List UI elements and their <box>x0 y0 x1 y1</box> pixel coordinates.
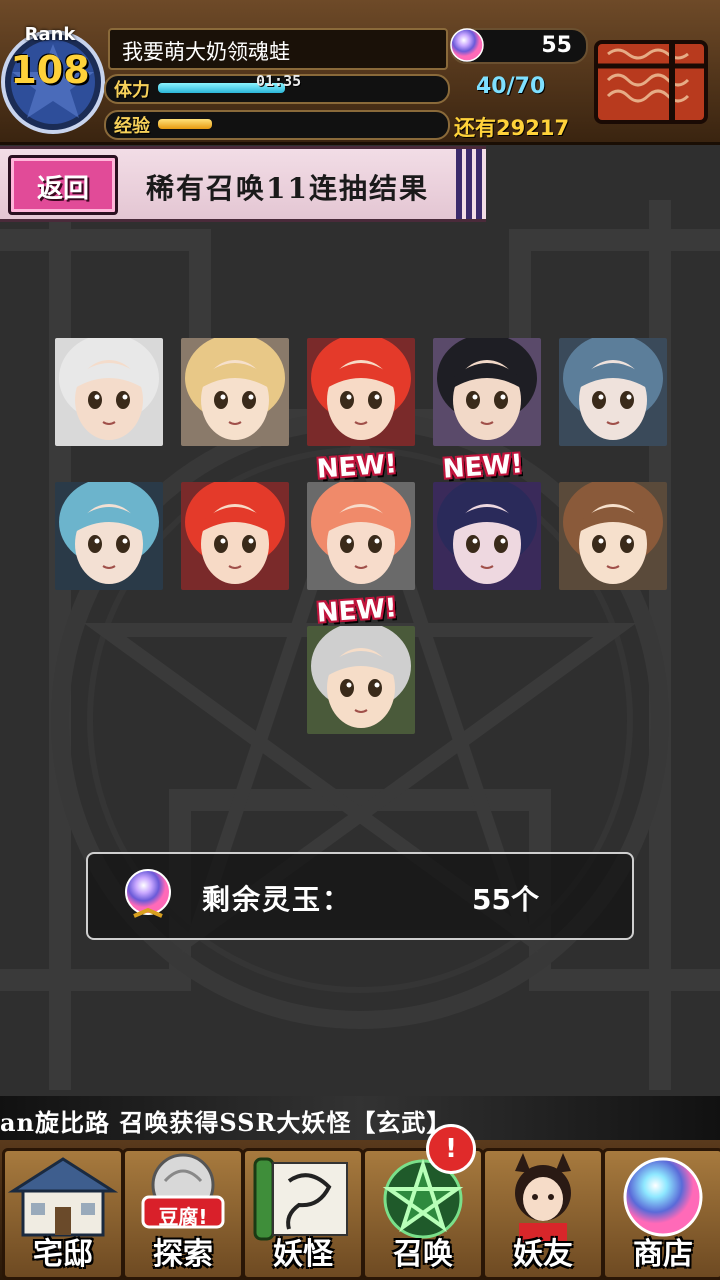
rank-level: 108 <box>10 48 90 92</box>
nav-friends[interactable]: 妖友 <box>482 1148 604 1280</box>
exp-fill <box>158 119 212 129</box>
player-name: 我要萌大奶领魂蛙 <box>122 40 290 64</box>
new-badge: NEW! <box>315 449 398 485</box>
back-button-label: 返回 <box>36 174 89 204</box>
yokai-card-white-hood-girl[interactable] <box>55 338 163 446</box>
nav-explore[interactable]: 豆腐! 探索 <box>122 1148 244 1280</box>
nav-mansion[interactable]: 宅邸 <box>2 1148 124 1280</box>
orb-counter: 55 <box>450 28 588 64</box>
yokai-portrait <box>55 482 163 590</box>
yokai-portrait <box>559 338 667 446</box>
yokai-portrait <box>181 482 289 590</box>
yokai-card-pink-fox-boy[interactable] <box>307 482 415 590</box>
stamina-timer: 01:35 <box>256 72 302 90</box>
exp-remaining: 还有29217 <box>454 116 570 140</box>
nav-mansion-label: 宅邸 <box>33 1237 93 1272</box>
treasure-chest-icon[interactable] <box>588 36 714 128</box>
nav-summon-label: 召唤 <box>393 1237 453 1272</box>
yokai-portrait <box>181 338 289 446</box>
stamina-label: 体力 <box>114 80 150 101</box>
nav-yokai[interactable]: 妖怪 <box>242 1148 364 1280</box>
rank-label: Rank <box>24 24 76 45</box>
yokai-portrait <box>307 482 415 590</box>
remaining-orbs-value: 55个 <box>472 883 539 916</box>
player-name-box: 我要萌大奶领魂蛙 <box>108 28 448 70</box>
yokai-card-blue-hair-boy[interactable] <box>559 338 667 446</box>
new-badge: NEW! <box>441 449 524 485</box>
yokai-card-brown-hair-girl[interactable] <box>559 482 667 590</box>
yokai-card-red-hair-girl-2[interactable] <box>181 482 289 590</box>
title-bar: 返回 稀有召唤11连抽结果 <box>0 146 486 222</box>
new-badge: NEW! <box>315 593 398 629</box>
page-title: 稀有召唤11连抽结果 <box>146 172 429 205</box>
bottom-nav: 宅邸 豆腐! 探索 妖怪 召唤 妖友 商店 <box>0 1140 720 1280</box>
yokai-portrait <box>433 482 541 590</box>
top-status-bar: Rank 108 我要萌大奶领魂蛙 体力 01:35 经验 55 40/70 还… <box>0 0 720 145</box>
yokai-portrait <box>307 338 415 446</box>
summon-alert-badge: ! <box>426 1124 476 1174</box>
news-ticker: an旋比路 召唤获得SSR大妖怪【玄武】 <box>0 1096 720 1140</box>
stamina-bar: 体力 01:35 <box>104 72 450 104</box>
orb-count: 55 <box>541 33 572 58</box>
yokai-portrait <box>307 626 415 734</box>
nav-explore-label: 探索 <box>153 1237 213 1272</box>
spirit-orb-icon <box>450 28 484 62</box>
nav-shop[interactable]: 商店 <box>602 1148 720 1280</box>
back-button[interactable]: 返回 <box>8 155 118 215</box>
nav-shop-label: 商店 <box>633 1237 693 1272</box>
yokai-card-teal-hair-headphones[interactable] <box>55 482 163 590</box>
exp-label: 经验 <box>114 116 150 137</box>
nav-yokai-label: 妖怪 <box>273 1237 333 1272</box>
yokai-portrait <box>55 338 163 446</box>
stamina-count: 40/70 <box>476 74 546 99</box>
yokai-card-blonde-elf-girl[interactable] <box>181 338 289 446</box>
nav-explore-tag: 豆腐! <box>158 1205 208 1229</box>
yokai-card-silver-hair-girl[interactable] <box>307 626 415 734</box>
yokai-portrait <box>433 338 541 446</box>
exp-bar: 经验 <box>104 110 450 140</box>
yokai-card-red-hair-girl[interactable] <box>307 338 415 446</box>
remaining-orbs-label: 剩余灵玉： <box>202 883 353 916</box>
ticker-text: an旋比路 召唤获得SSR大妖怪【玄武】 <box>0 1108 452 1137</box>
yokai-card-dark-purple-girl[interactable] <box>433 482 541 590</box>
spirit-orb-icon <box>125 869 171 918</box>
yokai-card-black-hair-girl[interactable] <box>433 338 541 446</box>
title-stripe-decoration <box>456 149 486 219</box>
nav-friends-label: 妖友 <box>513 1237 573 1272</box>
remaining-orbs-panel: 剩余灵玉： 55个 <box>86 852 634 940</box>
yokai-portrait <box>559 482 667 590</box>
